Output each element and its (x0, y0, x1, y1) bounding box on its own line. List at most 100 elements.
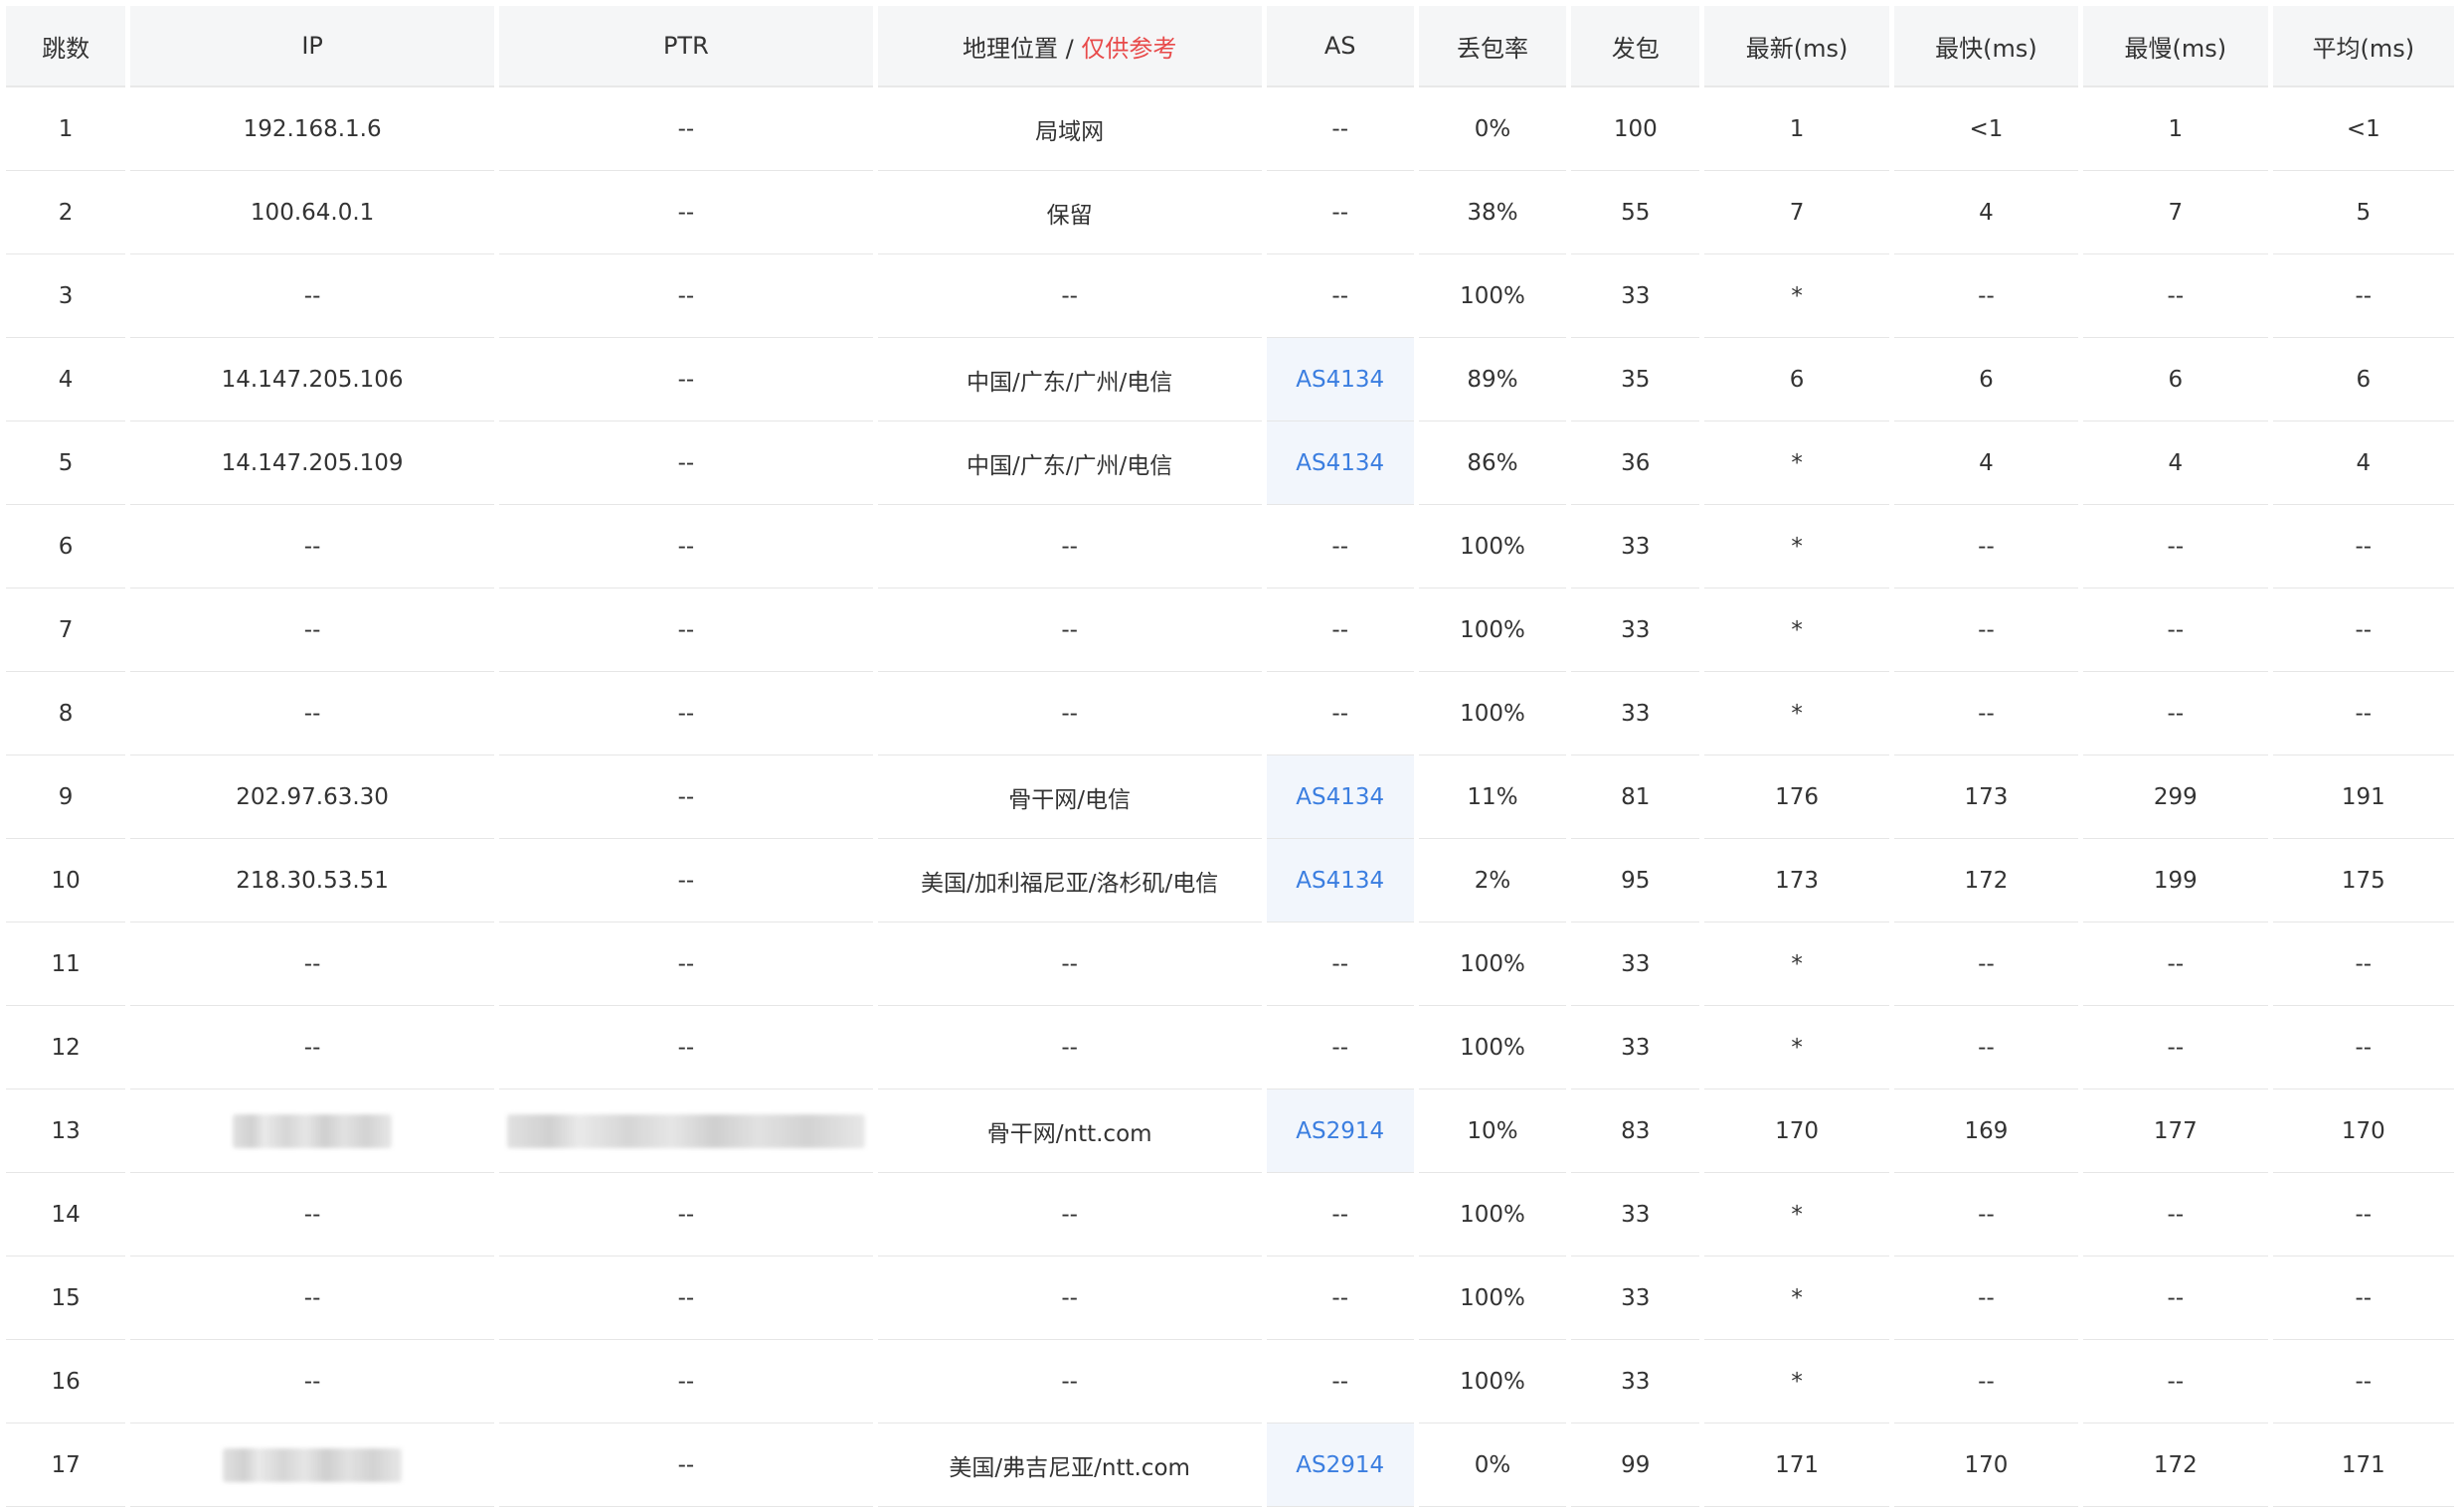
header-worst: 最慢(ms) (2083, 6, 2268, 87)
cell-avg: -- (2272, 588, 2454, 672)
table-row: 17 -- 美国/弗吉尼亚/ntt.com AS2914 0% 99 171 1… (6, 1424, 2454, 1507)
cell-hop: 4 (6, 338, 126, 421)
cell-last: 173 (1704, 839, 1889, 922)
table-row: 10 218.30.53.51 -- 美国/加利福尼亚/洛杉矶/电信 AS413… (6, 839, 2454, 922)
cell-hop: 5 (6, 421, 126, 505)
cell-loss: 100% (1418, 1257, 1567, 1340)
table-row: 4 14.147.205.106 -- 中国/广东/广州/电信 AS4134 8… (6, 338, 2454, 421)
cell-best: 4 (1893, 421, 2079, 505)
cell-as: AS4134 (1266, 421, 1414, 505)
cell-worst: 172 (2083, 1424, 2268, 1507)
cell-hop: 3 (6, 254, 126, 338)
cell-hop: 11 (6, 922, 126, 1006)
cell-worst: -- (2083, 254, 2268, 338)
header-as: AS (1266, 6, 1414, 87)
cell-as: -- (1266, 1173, 1414, 1257)
cell-worst: -- (2083, 1257, 2268, 1340)
as-link[interactable]: AS2914 (1296, 1452, 1384, 1478)
cell-ptr: -- (498, 87, 873, 171)
cell-ptr: -- (498, 1424, 873, 1507)
cell-as: -- (1266, 505, 1414, 588)
cell-avg: 6 (2272, 338, 2454, 421)
header-avg: 平均(ms) (2272, 6, 2454, 87)
cell-ptr: -- (498, 254, 873, 338)
cell-worst: 199 (2083, 839, 2268, 922)
cell-ptr: -- (498, 922, 873, 1006)
cell-ptr: -- (498, 1173, 873, 1257)
cell-avg: -- (2272, 1257, 2454, 1340)
table-row: 2 100.64.0.1 -- 保留 -- 38% 55 7 4 7 5 (6, 171, 2454, 254)
cell-last: 170 (1704, 1090, 1889, 1173)
cell-geo: 保留 (877, 171, 1262, 254)
table-row: 9 202.97.63.30 -- 骨干网/电信 AS4134 11% 81 1… (6, 755, 2454, 839)
cell-sent: 33 (1571, 1173, 1700, 1257)
cell-best: 169 (1893, 1090, 2079, 1173)
cell-best: 173 (1893, 755, 2079, 839)
cell-best: -- (1893, 1340, 2079, 1424)
cell-ptr: -- (498, 672, 873, 755)
cell-avg: <1 (2272, 87, 2454, 171)
cell-as: AS4134 (1266, 839, 1414, 922)
cell-loss: 38% (1418, 171, 1567, 254)
cell-ip: -- (130, 505, 494, 588)
as-link[interactable]: AS4134 (1296, 367, 1384, 393)
cell-sent: 55 (1571, 171, 1700, 254)
cell-loss: 89% (1418, 338, 1567, 421)
table-row: 5 14.147.205.109 -- 中国/广东/广州/电信 AS4134 8… (6, 421, 2454, 505)
cell-ptr: -- (498, 1257, 873, 1340)
cell-geo: -- (877, 505, 1262, 588)
cell-worst: 177 (2083, 1090, 2268, 1173)
cell-best: -- (1893, 1006, 2079, 1090)
cell-hop: 9 (6, 755, 126, 839)
cell-loss: 11% (1418, 755, 1567, 839)
cell-hop: 8 (6, 672, 126, 755)
cell-loss: 0% (1418, 87, 1567, 171)
cell-geo: -- (877, 588, 1262, 672)
cell-geo: -- (877, 1173, 1262, 1257)
cell-last: * (1704, 922, 1889, 1006)
table-row: 7 -- -- -- -- 100% 33 * -- -- -- (6, 588, 2454, 672)
as-link[interactable]: AS4134 (1296, 784, 1384, 810)
cell-geo: -- (877, 1006, 1262, 1090)
table-row: 1 192.168.1.6 -- 局域网 -- 0% 100 1 <1 1 <1 (6, 87, 2454, 171)
cell-worst: -- (2083, 922, 2268, 1006)
as-link[interactable]: AS4134 (1296, 868, 1384, 894)
cell-ptr: -- (498, 755, 873, 839)
cell-ptr: -- (498, 839, 873, 922)
cell-ip (130, 1424, 494, 1507)
cell-loss: 100% (1418, 922, 1567, 1006)
cell-sent: 35 (1571, 338, 1700, 421)
cell-avg: 4 (2272, 421, 2454, 505)
cell-best: -- (1893, 1257, 2079, 1340)
cell-sent: 36 (1571, 421, 1700, 505)
as-link[interactable]: AS4134 (1296, 450, 1384, 476)
cell-geo: 美国/加利福尼亚/洛杉矶/电信 (877, 839, 1262, 922)
cell-worst: -- (2083, 588, 2268, 672)
cell-as: AS2914 (1266, 1424, 1414, 1507)
cell-ptr (498, 1090, 873, 1173)
cell-ip: 202.97.63.30 (130, 755, 494, 839)
cell-worst: -- (2083, 1173, 2268, 1257)
cell-loss: 100% (1418, 588, 1567, 672)
header-geo-note: 仅供参考 (1081, 34, 1177, 63)
cell-worst: -- (2083, 1006, 2268, 1090)
redacted-ptr (506, 1113, 865, 1148)
cell-as: AS2914 (1266, 1090, 1414, 1173)
cell-ip (130, 1090, 494, 1173)
cell-hop: 7 (6, 588, 126, 672)
as-link[interactable]: AS2914 (1296, 1118, 1384, 1144)
cell-best: -- (1893, 505, 2079, 588)
cell-loss: 100% (1418, 1173, 1567, 1257)
table-row: 8 -- -- -- -- 100% 33 * -- -- -- (6, 672, 2454, 755)
cell-ip: 218.30.53.51 (130, 839, 494, 922)
cell-geo: -- (877, 922, 1262, 1006)
cell-ip: -- (130, 1006, 494, 1090)
cell-hop: 17 (6, 1424, 126, 1507)
cell-avg: -- (2272, 254, 2454, 338)
cell-loss: 100% (1418, 254, 1567, 338)
cell-last: * (1704, 505, 1889, 588)
cell-loss: 100% (1418, 1006, 1567, 1090)
cell-last: 176 (1704, 755, 1889, 839)
cell-ip: 100.64.0.1 (130, 171, 494, 254)
cell-last: 7 (1704, 171, 1889, 254)
